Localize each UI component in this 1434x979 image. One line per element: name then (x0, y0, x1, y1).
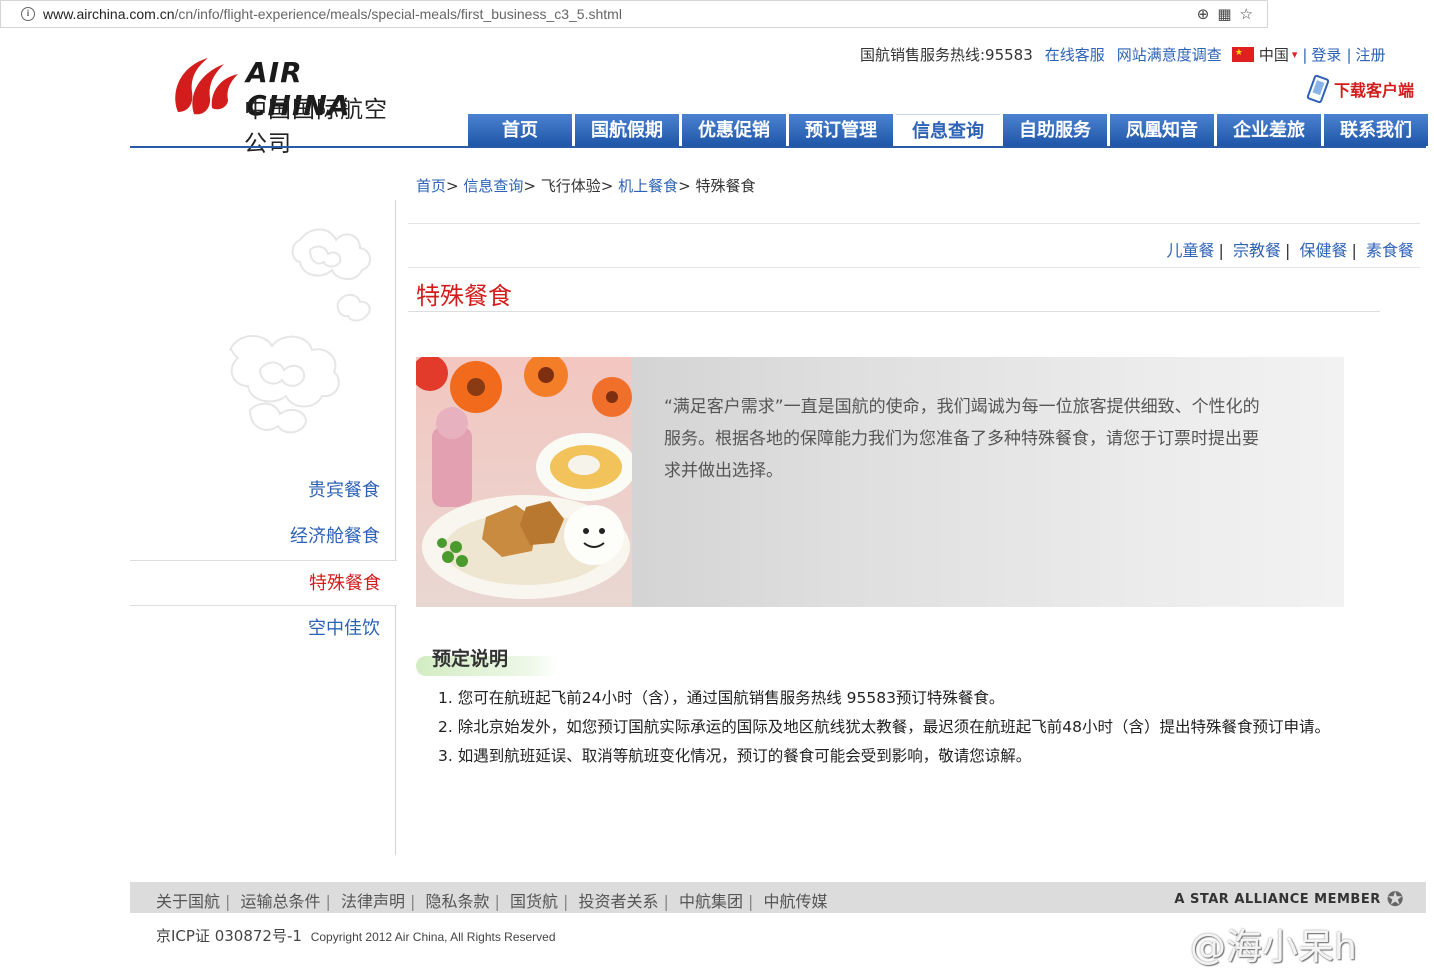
note-item: 3. 如遇到航班延误、取消等航班变化情况，预订的餐食可能会受到影响，敬请您谅解。 (438, 747, 1032, 765)
footer-link-legal[interactable]: 法律声明 (341, 892, 405, 911)
star-alliance-badge[interactable]: A STAR ALLIANCE MEMBER ✪ (1174, 887, 1404, 911)
booking-notes: 1. 您可在航班起飞前24小时（含），通过国航销售服务热线 95583预订特殊餐… (438, 684, 1330, 771)
divider (408, 311, 1380, 312)
meal-type-links: 儿童餐 | 宗教餐 | 保健餐 | 素食餐 (1166, 241, 1414, 260)
nav-item-manage-booking[interactable]: 预订管理 (789, 114, 893, 146)
mobile-phone-icon (1306, 74, 1330, 104)
register-link[interactable]: 注册 (1356, 44, 1386, 65)
intro-text: “满足客户需求”一直是国航的使命，我们竭诚为每一位旅客提供细致、个性化的服务。根… (664, 397, 1260, 481)
cloud-pattern-decoration (229, 228, 371, 434)
copyright: 京ICP证 030872号-1 Copyright 2012 Air China… (156, 925, 556, 946)
footer-link-privacy[interactable]: 隐私条款 (426, 892, 490, 911)
breadcrumb: 首页> 信息查询> 飞行体验> 机上餐食> 特殊餐食 (416, 177, 756, 195)
note-item: 2. 除北京始发外，如您预订国航实际承运的国际及地区航线犹太教餐，最迟须在航班起… (438, 718, 1330, 736)
breadcrumb-meals[interactable]: 机上餐食 (618, 177, 678, 195)
nav-item-self-service[interactable]: 自助服务 (1003, 114, 1107, 146)
star-icon[interactable]: ☆ (1240, 5, 1253, 23)
breadcrumb-home[interactable]: 首页 (416, 177, 446, 195)
nav-item-phoenix-miles[interactable]: 凤凰知音 (1110, 114, 1214, 146)
footer-link-about[interactable]: 关于国航 (156, 892, 220, 911)
login-link[interactable]: 登录 (1311, 44, 1341, 65)
link-vegetarian-meal[interactable]: 素食餐 (1366, 241, 1414, 260)
sales-hotline: 国航销售服务热线:95583 (860, 46, 1033, 64)
footer-link-conditions[interactable]: 运输总条件 (241, 892, 321, 911)
toolbar-blank (1268, 0, 1434, 28)
phoenix-logo-icon (175, 58, 238, 115)
sidebar-item-drinks[interactable]: 空中佳饮 (130, 606, 396, 652)
footer-link-group[interactable]: 中航集团 (679, 892, 743, 911)
nav-item-holidays[interactable]: 国航假期 (575, 114, 679, 146)
section-heading: 预定说明 (416, 640, 558, 680)
copyright-text: Copyright 2012 Air China, All Rights Res… (310, 930, 556, 944)
intro-banner: “满足客户需求”一直是国航的使命，我们竭诚为每一位旅客提供细致、个性化的服务。根… (416, 357, 1344, 607)
site-info-icon[interactable]: i (21, 7, 35, 21)
breadcrumb-info[interactable]: 信息查询 (463, 177, 523, 195)
icp-number: 京ICP证 030872号-1 (156, 927, 302, 945)
survey-link[interactable]: 网站满意度调查 (1117, 44, 1222, 65)
china-flag-icon[interactable] (1231, 47, 1254, 62)
footer-links: 关于国航 | 运输总条件 | 法律声明 | 隐私条款 | 国货航 | 投资者关系 | 中航集… (156, 892, 828, 911)
country-selector[interactable]: 中国 (1259, 44, 1289, 65)
top-links: 国航销售服务热线:95583 在线客服 网站满意度调查 中国 ▾ | 登录 | … (860, 44, 1386, 65)
divider: | (1302, 45, 1308, 64)
footer-link-media[interactable]: 中航传媒 (764, 892, 828, 911)
nav-item-information[interactable]: 信息查询 (896, 114, 1000, 146)
main-nav: 首页 国航假期 优惠促销 预订管理 信息查询 自助服务 凤凰知音 企业差旅 联系… (468, 114, 1431, 146)
address-bar[interactable]: i www.airchina.com.cn/cn/info/flight-exp… (0, 0, 1268, 28)
download-client-label: 下载客户端 (1334, 81, 1415, 100)
sidebar-item-vip-meals[interactable]: 贵宾餐食 (130, 468, 396, 514)
url-text[interactable]: www.airchina.com.cn/cn/info/flight-exper… (43, 6, 622, 22)
breadcrumb-current: 特殊餐食 (695, 177, 756, 195)
sidebar-item-special-meals[interactable]: 特殊餐食 (130, 560, 397, 606)
chevron-down-icon[interactable]: ▾ (1292, 48, 1298, 61)
air-china-logo[interactable]: AIR CHINA 中国国际航空公司 (168, 52, 408, 157)
nav-item-home[interactable]: 首页 (468, 114, 572, 146)
star-alliance-icon: ✪ (1386, 887, 1404, 911)
qr-icon[interactable]: ▦ (1217, 5, 1231, 23)
breadcrumb-experience: 飞行体验 (540, 177, 601, 195)
note-item: 1. 您可在航班起飞前24小时（含），通过国航销售服务热线 95583预订特殊餐… (438, 689, 1005, 707)
sidebar-menu: 贵宾餐食 经济舱餐食 特殊餐食 空中佳饮 (130, 468, 397, 652)
address-bar-tools: ⊕ ▦ ☆ (1197, 5, 1253, 23)
nav-item-contact[interactable]: 联系我们 (1324, 114, 1428, 146)
link-child-meal[interactable]: 儿童餐 (1166, 241, 1214, 260)
divider: | (1346, 45, 1352, 64)
nav-item-promotions[interactable]: 优惠促销 (682, 114, 786, 146)
online-service-link[interactable]: 在线客服 (1045, 44, 1105, 65)
footer-link-investors[interactable]: 投资者关系 (579, 892, 659, 911)
star-alliance-label: A STAR ALLIANCE MEMBER (1174, 891, 1381, 907)
divider (408, 223, 1420, 224)
footer-link-cargo[interactable]: 国货航 (510, 892, 558, 911)
footer-bar: 关于国航 | 运输总条件 | 法律声明 | 隐私条款 | 国货航 | 投资者关系 | 中航集… (130, 882, 1426, 913)
meal-photo (416, 357, 632, 607)
nav-item-corporate-travel[interactable]: 企业差旅 (1217, 114, 1321, 146)
link-health-meal[interactable]: 保健餐 (1299, 241, 1347, 260)
page-title: 特殊餐食 (416, 282, 512, 310)
weibo-watermark: @海小呆h (1190, 927, 1357, 968)
sidebar-item-economy-meals[interactable]: 经济舱餐食 (130, 514, 396, 560)
divider (408, 267, 1420, 268)
download-client-link[interactable]: 下载客户端 (1306, 74, 1415, 104)
nav-underline (130, 146, 1426, 148)
section-heading-label: 预定说明 (432, 648, 509, 670)
link-religious-meal[interactable]: 宗教餐 (1233, 241, 1281, 260)
zoom-icon[interactable]: ⊕ (1197, 5, 1210, 23)
